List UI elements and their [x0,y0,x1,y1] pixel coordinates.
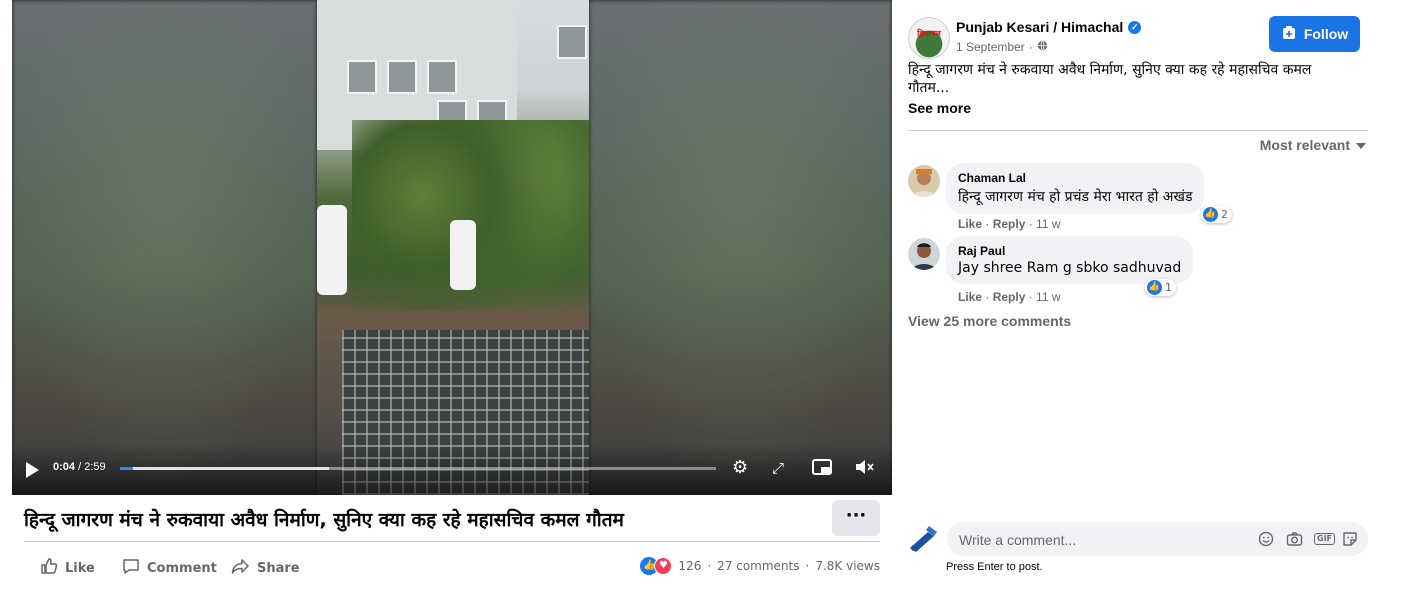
view-count: 7.8K views [815,559,880,573]
comment-icon [122,557,140,580]
post-stats: 👍 ♥ 126 · 27 comments · 7.8K views [640,557,880,575]
comment-reply-link[interactable]: Reply [993,217,1026,231]
comment-meta: Like · Reply · 11 w [958,290,1061,304]
comment-composer[interactable]: GIF [947,522,1368,556]
comment-count[interactable]: 27 comments [717,559,799,573]
comment-reaction-number: 2 [1221,208,1228,221]
globe-icon [1037,40,1048,54]
like-button[interactable]: Like [40,557,95,580]
video-timecode: 0:04 / 2:59 [53,461,106,473]
video-player[interactable]: 0:04 / 2:59 ⚙ ⤢ [12,0,892,495]
comment-text: Jay shree Ram g sbko sadhuvad [958,260,1182,276]
more-options-button[interactable]: ··· [832,500,880,536]
video-controls-bar: 0:04 / 2:59 ⚙ ⤢ [12,445,892,495]
my-avatar[interactable] [906,522,940,556]
chevron-down-icon [1356,143,1366,150]
love-reaction-icon: ♥ [654,557,673,575]
play-icon[interactable] [26,462,39,478]
date-separator: · [1028,40,1033,54]
video-progress-bar[interactable] [120,467,716,470]
emoji-icon[interactable] [1258,531,1274,551]
comment-label: Comment [147,561,217,576]
like-icon [40,557,58,580]
video-person [450,220,476,290]
time-separator: / [75,461,85,473]
like-label: Like [65,561,95,576]
share-button[interactable]: Share [231,557,300,580]
comment-author[interactable]: Chaman Lal [958,171,1192,185]
stats-dot: · [805,559,810,573]
comment-bubble: Raj Paul Jay shree Ram g sbko sadhuvad [946,236,1194,284]
comment-text: हिन्दू जागरण मंच हो प्रचंड मेरा भारत हो … [958,189,1193,205]
view-more-comments-link[interactable]: View 25 more comments [908,313,1071,329]
share-icon [231,557,250,580]
comment-reaction-count[interactable]: 👍 2 [1201,206,1232,223]
camera-icon[interactable] [1286,531,1303,551]
share-label: Share [257,561,300,576]
post-caption: हिन्दू जागरण मंच ने रुकवाया अवैध निर्माण… [908,62,1312,96]
volume-muted-icon[interactable] [854,458,876,481]
comment-time[interactable]: 11 w [1036,217,1060,231]
comment-bubble: Chaman Lal हिन्दू जागरण मंच हो प्रचंड मे… [946,163,1205,214]
page-name: Punjab Kesari / Himachal [956,19,1124,35]
commenter-avatar[interactable] [908,238,940,270]
comment-sort-dropdown[interactable]: Most relevant [1260,137,1366,153]
follow-icon [1281,25,1297,44]
divider [24,541,880,542]
comment-like-link[interactable]: Like [958,290,982,304]
sticker-icon[interactable] [1342,531,1358,551]
page-avatar[interactable]: हिमाचल [908,17,950,59]
like-reaction-icon: 👍 [1147,280,1162,295]
gif-icon[interactable]: GIF [1314,533,1336,545]
page-logo-text: हिमाचल [917,29,941,38]
settings-gear-icon[interactable]: ⚙ [732,458,748,478]
video-played-fill [120,467,134,470]
video-blurred-backdrop-left [12,0,317,495]
see-more-link[interactable]: See more [908,100,971,116]
reaction-icons[interactable]: 👍 ♥ [640,557,673,575]
verified-badge-icon: ✓ [1128,20,1142,34]
video-buffered-fill [120,467,329,470]
video-blurred-backdrop-right [589,0,892,495]
post-title: हिन्दू जागरण मंच ने रुकवाया अवैध निर्माण… [24,509,624,531]
comment-author[interactable]: Raj Paul [958,244,1181,258]
divider [908,130,1368,131]
video-person [317,205,347,295]
current-time: 0:04 [53,461,76,473]
picture-in-picture-icon[interactable] [812,458,832,481]
fullscreen-icon[interactable]: ⤢ [772,458,784,478]
follow-button[interactable]: Follow [1269,16,1360,52]
stats-dot: · [707,559,712,573]
like-reaction-icon: 👍 [1203,207,1218,222]
commenter-avatar[interactable] [908,165,940,197]
comment-reaction-count[interactable]: 👍 1 [1145,279,1176,296]
follow-label: Follow [1303,26,1349,42]
press-enter-hint: Press Enter to post. [946,561,1043,573]
comment-reply-link[interactable]: Reply [993,290,1026,304]
comment-like-link[interactable]: Like [958,217,982,231]
sort-label: Most relevant [1259,137,1350,153]
comment-reaction-number: 1 [1165,281,1172,294]
reaction-count[interactable]: 126 [678,559,701,573]
page-name-link[interactable]: Punjab Kesari / Himachal ✓ [956,19,1142,35]
duration: 2:59 [84,461,106,473]
post-date-text[interactable]: 1 September [956,40,1025,54]
comment-button[interactable]: Comment [122,557,217,580]
comment-meta: Like · Reply · 11 w [958,217,1061,231]
post-date: 1 September · [956,40,1048,54]
comment-input[interactable] [957,529,1251,551]
comment-time[interactable]: 11 w [1036,290,1060,304]
